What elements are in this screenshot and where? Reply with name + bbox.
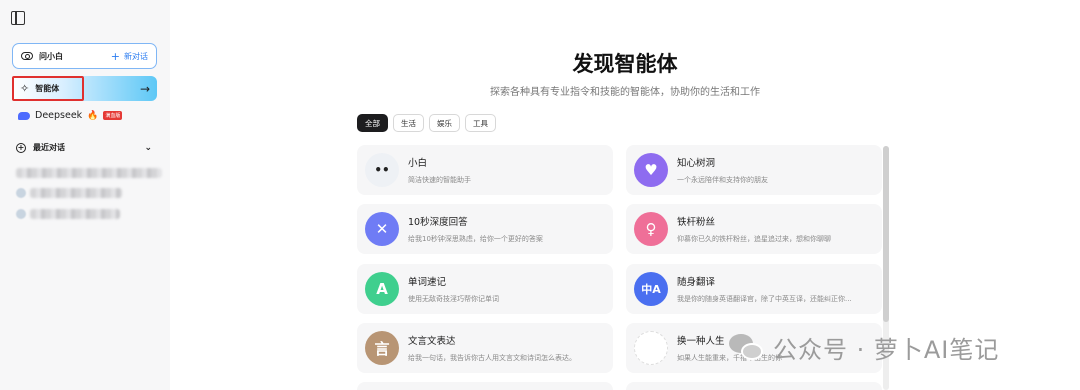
card-description: 给我10秒钟深思熟虑，给你一个更好的答案: [408, 235, 543, 243]
scrollbar-thumb[interactable]: [883, 146, 889, 322]
agent-card-translator[interactable]: 中A 随身翻译 我是你的随身英语翻译官，除了中英互译，还能纠正你...: [626, 264, 882, 314]
classical-word-icon: 言: [365, 331, 399, 365]
deepseek-whale-icon: [18, 111, 30, 120]
card-title: 单词速记: [408, 277, 447, 288]
letter-a-icon: A: [365, 272, 399, 306]
card-text: 小白 简洁快速的智能助手: [408, 155, 471, 185]
card-title: 知心树洞: [677, 158, 716, 169]
translate-icon: 中A: [634, 272, 668, 306]
card-text: 文言文表达 给我一句话，我告诉你古人用文言文和诗词怎么表达。: [408, 333, 576, 363]
recent-chat-item[interactable]: [16, 168, 162, 178]
fan-person-icon: ♀: [634, 212, 668, 246]
agent-card-confidant[interactable]: ♥ 知心树洞 一个永远陪伴和支持你的朋友: [626, 145, 882, 195]
recent-chats-label: 最近对话: [33, 143, 65, 152]
recent-chat-item[interactable]: [30, 209, 120, 219]
card-text: 铁杆粉丝 仰慕你已久的铁杆粉丝，追星追过来，想和你聊聊: [677, 214, 831, 244]
tab-life[interactable]: 生活: [393, 114, 424, 132]
card-title: 小白: [408, 158, 428, 169]
agent-card-partial[interactable]: [626, 382, 882, 390]
card-title: 铁杆粉丝: [677, 217, 716, 228]
plus-circle-icon: +: [16, 142, 26, 153]
card-title: 文言文表达: [408, 336, 456, 347]
card-text: 知心树洞 一个永远陪伴和支持你的朋友: [677, 155, 768, 185]
agent-card-deep-answer[interactable]: ✕ 10秒深度回答 给我10秒钟深思熟虑，给你一个更好的答案: [357, 204, 613, 254]
app-logo-icon: [21, 52, 33, 60]
card-description: 简洁快速的智能助手: [408, 176, 471, 184]
agent-card-partial[interactable]: [357, 382, 613, 390]
watermark: 公众号 · 萝卜AI笔记: [727, 330, 999, 365]
page-subtitle: 探索各种具有专业指令和技能的智能体，协助你的生活和工作: [490, 87, 760, 98]
card-text: 随身翻译 我是你的随身英语翻译官，除了中英互译，还能纠正你...: [677, 274, 852, 304]
full-version-badge: 满血版: [103, 111, 123, 120]
agent-card-vocabulary[interactable]: A 单词速记 使用无敌奇技淫巧帮你记单词: [357, 264, 613, 314]
card-title: 10秒深度回答: [408, 217, 468, 228]
card-title: 随身翻译: [677, 277, 716, 288]
card-description: 仰慕你已久的铁杆粉丝，追星追过来，想和你聊聊: [677, 235, 831, 243]
sidebar-toggle-icon[interactable]: [11, 11, 25, 25]
filter-tabs: 全部 生活 娱乐 工具: [357, 114, 496, 132]
card-text: 单词速记 使用无敌奇技淫巧帮你记单词: [408, 274, 499, 304]
sidebar-item-label: Deepseek: [35, 110, 83, 121]
card-text: 10秒深度回答 给我10秒钟深思熟虑，给你一个更好的答案: [408, 214, 543, 244]
app-name: 问小白: [39, 51, 63, 61]
fire-icon: 🔥: [87, 110, 99, 121]
cross-tools-icon: ✕: [365, 212, 399, 246]
plus-icon: +: [110, 49, 120, 63]
chevron-down-icon: ⌄: [144, 142, 152, 153]
sidebar: 问小白 + 新对话 ✧ 智能体 → Deepseek 🔥 满血版 + 最近对话 …: [0, 0, 170, 390]
card-description: 我是你的随身英语翻译官，除了中英互译，还能纠正你...: [677, 295, 852, 303]
tab-all[interactable]: 全部: [357, 114, 388, 132]
card-description: 一个永远陪伴和支持你的朋友: [677, 176, 768, 184]
new-chat-label: 新对话: [124, 51, 148, 61]
tab-tools[interactable]: 工具: [465, 114, 496, 132]
card-description: 使用无敌奇技淫巧帮你记单词: [408, 295, 499, 303]
arrow-right-icon: →: [139, 81, 150, 96]
chat-item-icon: [16, 209, 26, 219]
life-icon: [634, 331, 668, 365]
agent-card-xiaobai[interactable]: •• 小白 简洁快速的智能助手: [357, 145, 613, 195]
chat-item-icon: [16, 188, 26, 198]
page-title: 发现智能体: [572, 52, 678, 76]
sidebar-item-deepseek[interactable]: Deepseek 🔥 满血版: [18, 110, 123, 121]
app-header-bar: 问小白 + 新对话: [12, 43, 157, 69]
wechat-icon: [727, 332, 765, 364]
recent-chat-item[interactable]: [30, 188, 122, 198]
recent-chats-header[interactable]: + 最近对话 ⌄: [16, 142, 152, 153]
card-description: 给我一句话，我告诉你古人用文言文和诗词怎么表达。: [408, 354, 576, 362]
watermark-text: 公众号 · 萝卜AI笔记: [773, 336, 1000, 364]
heart-icon: ♥: [634, 153, 668, 187]
agent-card-superfan[interactable]: ♀ 铁杆粉丝 仰慕你已久的铁杆粉丝，追星追过来，想和你聊聊: [626, 204, 882, 254]
xiaobai-face-icon: ••: [365, 153, 399, 187]
tab-entertainment[interactable]: 娱乐: [429, 114, 460, 132]
new-chat-button[interactable]: + 新对话: [111, 51, 148, 62]
agent-card-classical-chinese[interactable]: 言 文言文表达 给我一句话，我告诉你古人用文言文和诗词怎么表达。: [357, 323, 613, 373]
highlight-box: [12, 76, 84, 101]
